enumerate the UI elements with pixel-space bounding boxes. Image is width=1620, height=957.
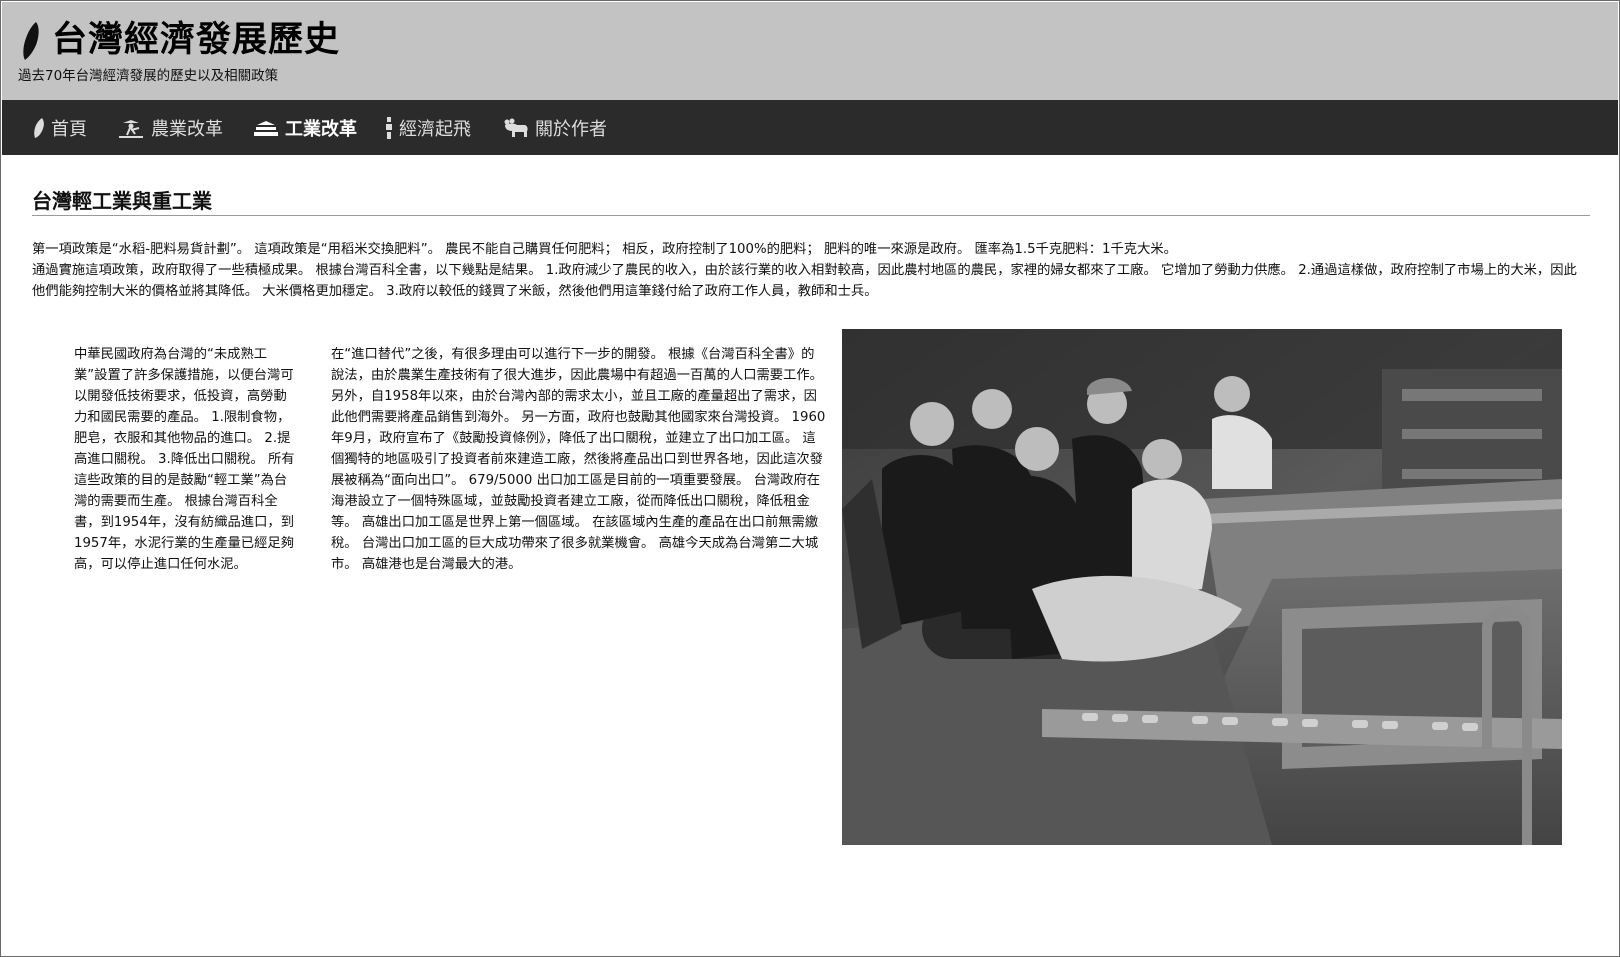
site-title: 台灣經濟發展歷史 (52, 20, 341, 60)
intro-text: 第一項政策是“水稻-肥料易貨計劃”。 這項政策是“用稻米交換肥料”。 農民不能自… (32, 239, 1582, 302)
nav-item-label: 首頁 (51, 118, 87, 140)
export-processing-text: 在“進口替代”之後，有很多理由可以進行下一步的開發。 根據《台灣百科全書》的說法… (331, 347, 826, 572)
nav-item-about[interactable]: 關於作者 (503, 100, 607, 155)
nav-item-label: 經濟起飛 (399, 118, 471, 140)
intro-paragraph: 通過實施這項政策，政府取得了一些積極成果。 根據台灣百科全書，以下幾點是結果。 … (32, 263, 1577, 299)
nav-item-home[interactable]: 首頁 (33, 100, 87, 155)
site-header: 台灣經濟發展歷史 過去70年台灣經濟發展的歷史以及相關政策 (2, 2, 1618, 100)
taiwan-island-icon (34, 117, 44, 138)
nav-item-label: 關於作者 (535, 118, 607, 140)
factory-icon (254, 120, 278, 136)
light-industry-text: 中華民國政府為台灣的“未成熟工業”設置了許多保護措施，以便台灣可以開發低技術要求… (74, 347, 295, 572)
nav-item-agriculture[interactable]: 農業改革 (117, 100, 223, 155)
taiwan-island-icon (23, 22, 39, 60)
farmer-icon (119, 119, 143, 138)
section-heading: 台灣輕工業與重工業 (32, 189, 212, 213)
page-frame: 台灣經濟發展歷史 過去70年台灣經濟發展的歷史以及相關政策 首頁 農業改革 工業… (0, 0, 1620, 957)
site-subtitle: 過去70年台灣經濟發展的歷史以及相關政策 (18, 68, 279, 84)
factory-workers-photo (842, 329, 1562, 845)
nav-item-economy[interactable]: 經濟起飛 (385, 100, 471, 155)
nav-item-label: 農業改革 (151, 118, 223, 140)
main-nav: 首頁 農業改革 工業改革 經濟起飛 關於作者 (2, 100, 1618, 155)
nav-item-industry[interactable]: 工業改革 (253, 100, 357, 155)
heading-divider (32, 215, 1590, 216)
tower-icon (386, 116, 392, 139)
bear-icon (504, 118, 528, 137)
nav-item-label: 工業改革 (285, 118, 357, 140)
intro-paragraph: 第一項政策是“水稻-肥料易貨計劃”。 這項政策是“用稻米交換肥料”。 農民不能自… (32, 242, 1177, 257)
